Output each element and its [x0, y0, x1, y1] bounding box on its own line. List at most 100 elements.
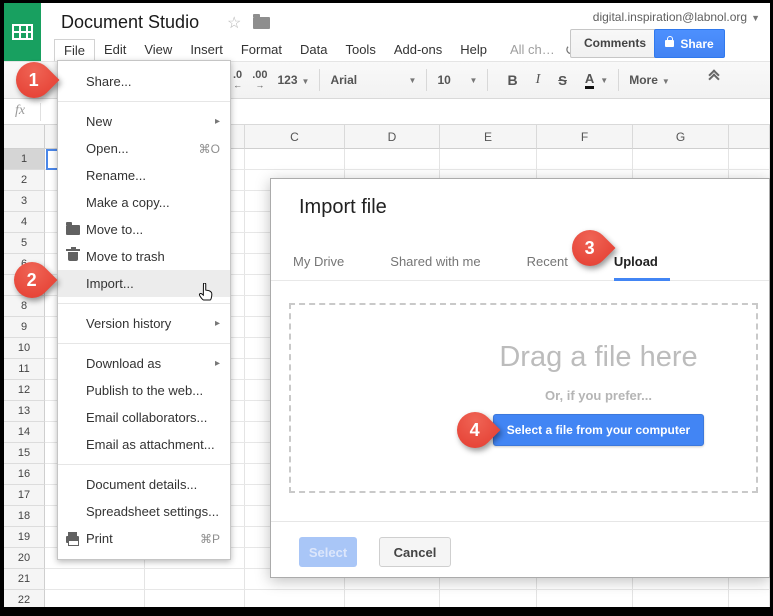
column-header-g[interactable]: G: [633, 125, 729, 149]
menubar-item-file[interactable]: File: [54, 38, 95, 61]
menu-item-label: Share...: [86, 74, 132, 89]
menubar-item-data[interactable]: Data: [291, 39, 336, 61]
menubar-item-insert[interactable]: Insert: [181, 39, 232, 61]
toolbar-separator: [618, 69, 620, 91]
row-header-5[interactable]: 5: [4, 233, 45, 254]
row-header-15[interactable]: 15: [4, 443, 45, 464]
menu-item-move-to[interactable]: Move to...: [58, 216, 230, 243]
column-header-f[interactable]: F: [537, 125, 633, 149]
strikethrough-button[interactable]: S: [558, 73, 567, 88]
sheets-logo[interactable]: [4, 3, 41, 61]
row-header-3[interactable]: 3: [4, 191, 45, 212]
menubar-item-edit[interactable]: Edit: [95, 39, 135, 61]
menu-item-email-as-attachment[interactable]: Email as attachment...: [58, 431, 230, 458]
menu-item-label: Publish to the web...: [86, 383, 204, 398]
row-header-18[interactable]: 18: [4, 506, 45, 527]
row-header-20[interactable]: 20: [4, 548, 45, 569]
dialog-select-button[interactable]: Select: [299, 537, 357, 567]
row-header-2[interactable]: 2: [4, 170, 45, 191]
printer-icon: [66, 532, 79, 546]
toolbar-separator: [426, 69, 428, 91]
row-header-16[interactable]: 16: [4, 464, 45, 485]
menu-item-share[interactable]: Share...: [58, 68, 230, 95]
menu-item-print[interactable]: Print ⌘P: [58, 525, 230, 552]
row-header-11[interactable]: 11: [4, 359, 45, 380]
column-header-blank[interactable]: [729, 125, 770, 149]
more-button[interactable]: More ▼: [629, 73, 670, 87]
sheets-grid-icon: [12, 24, 33, 40]
row-header-22[interactable]: 22: [4, 590, 45, 607]
menubar-item-view[interactable]: View: [135, 39, 181, 61]
bold-button[interactable]: B: [507, 72, 517, 88]
active-tab-underline: [614, 278, 670, 281]
menubar-item-help[interactable]: Help: [451, 39, 496, 61]
share-button[interactable]: Share: [654, 29, 725, 58]
row-header-13[interactable]: 13: [4, 401, 45, 422]
menu-item-label: Move to trash: [86, 249, 165, 264]
menu-item-label: Spreadsheet settings...: [86, 504, 219, 519]
menu-item-new[interactable]: New ▸: [58, 108, 230, 135]
dropzone-subtext: Or, if you prefer...: [545, 388, 652, 403]
submenu-arrow-icon: ▸: [214, 116, 220, 127]
save-status[interactable]: All ch…: [510, 42, 555, 57]
file-dropzone[interactable]: Drag a file here Or, if you prefer... Se…: [289, 303, 758, 493]
step-annotation-1: 1: [8, 54, 60, 106]
menu-item-label: Open...: [86, 141, 129, 156]
tab-recent[interactable]: Recent: [527, 254, 568, 280]
row-header-19[interactable]: 19: [4, 527, 45, 548]
menu-shortcut: ⌘P: [199, 531, 220, 546]
menu-item-rename[interactable]: Rename...: [58, 162, 230, 189]
account-email[interactable]: digital.inspiration@labnol.org ▼: [593, 10, 760, 24]
font-size-select[interactable]: 10 ▼: [437, 73, 477, 87]
text-color-button[interactable]: A: [584, 71, 595, 89]
star-icon[interactable]: ☆: [227, 13, 241, 33]
menu-item-spreadsheet-settings[interactable]: Spreadsheet settings...: [58, 498, 230, 525]
share-label: Share: [680, 36, 714, 51]
row-header-9[interactable]: 9: [4, 317, 45, 338]
column-header-d[interactable]: D: [345, 125, 440, 149]
menubar-item-format[interactable]: Format: [232, 39, 291, 61]
menubar-item-tools[interactable]: Tools: [336, 39, 384, 61]
number-format-button[interactable]: 123 ▼: [277, 73, 309, 87]
account-email-text: digital.inspiration@labnol.org: [592, 10, 748, 24]
row-header-14[interactable]: 14: [4, 422, 45, 443]
tab-shared-with-me[interactable]: Shared with me: [390, 254, 480, 280]
row-header-21[interactable]: 21: [4, 569, 45, 590]
menu-item-label: Move to...: [86, 222, 144, 237]
column-header-e[interactable]: E: [440, 125, 537, 149]
menubar-items: File Edit View Insert Format Data Tools Add-ons…: [54, 38, 496, 61]
row-header-10[interactable]: 10: [4, 338, 45, 359]
select-file-button[interactable]: Select a file from your computer: [492, 414, 705, 446]
select-all-corner[interactable]: [4, 125, 45, 149]
text-color-caret-icon[interactable]: ▼: [600, 76, 608, 85]
menu-item-make-a-copy[interactable]: Make a copy...: [58, 189, 230, 216]
menu-item-label: New: [86, 114, 113, 129]
menu-item-email-collaborators[interactable]: Email collaborators...: [58, 404, 230, 431]
collapse-toolbar-button[interactable]: [708, 69, 720, 85]
row-header-17[interactable]: 17: [4, 485, 45, 506]
menu-item-move-to-trash[interactable]: Move to trash: [58, 243, 230, 270]
menu-item-download-as[interactable]: Download as ▸: [58, 350, 230, 377]
font-family-select[interactable]: Arial ▼: [330, 73, 416, 87]
row-header-12[interactable]: 12: [4, 380, 45, 401]
move-folder-icon[interactable]: [253, 14, 270, 29]
menu-item-document-details[interactable]: Document details...: [58, 471, 230, 498]
menu-item-version-history[interactable]: Version history ▸: [58, 310, 230, 337]
grid-vline: [244, 149, 245, 607]
row-header-4[interactable]: 4: [4, 212, 45, 233]
menubar-item-add-ons[interactable]: Add-ons: [385, 39, 451, 61]
tab-upload[interactable]: Upload: [614, 254, 658, 280]
dropzone-content: Drag a file here Or, if you prefer... Se…: [441, 305, 756, 491]
tab-my-drive[interactable]: My Drive: [293, 254, 344, 280]
row-header-1[interactable]: 1: [4, 149, 45, 170]
italic-button[interactable]: I: [536, 72, 541, 88]
document-title[interactable]: Document Studio: [61, 12, 199, 33]
comments-button[interactable]: Comments: [570, 29, 661, 58]
dialog-cancel-button[interactable]: Cancel: [379, 537, 451, 567]
increase-decimal-button[interactable]: .00 →: [252, 70, 267, 91]
folder-icon: [66, 222, 80, 235]
menu-item-publish-to-the-web[interactable]: Publish to the web...: [58, 377, 230, 404]
decrease-decimal-button[interactable]: .0 ←: [233, 70, 242, 91]
column-header-c[interactable]: C: [245, 125, 345, 149]
menu-item-open[interactable]: Open... ⌘O: [58, 135, 230, 162]
